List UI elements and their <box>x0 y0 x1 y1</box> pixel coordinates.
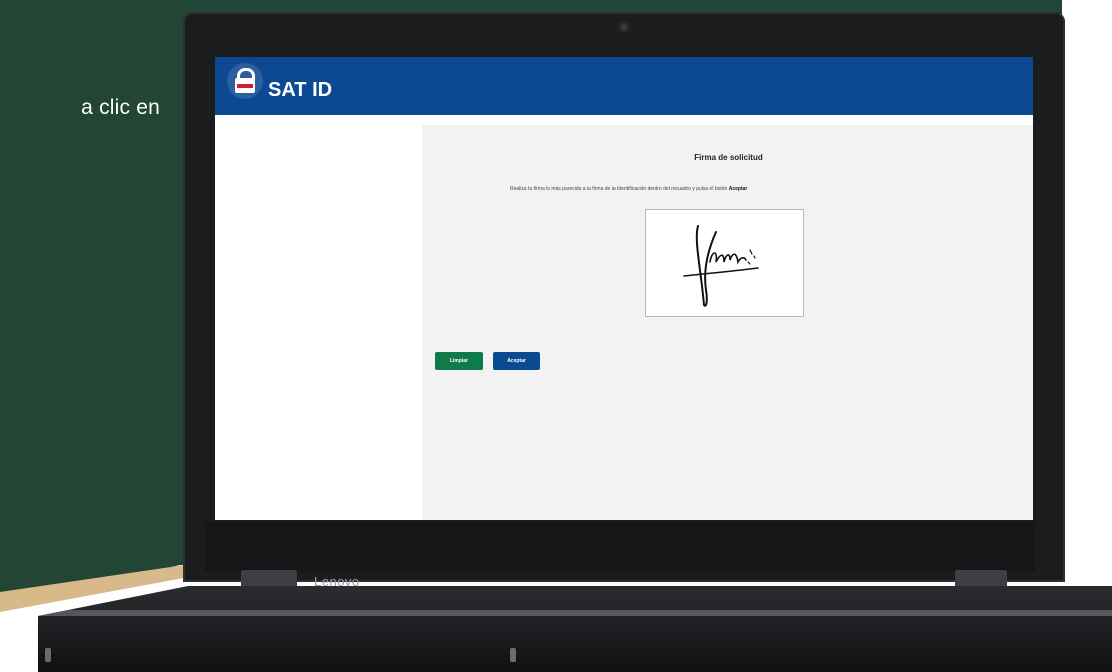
padlock-icon <box>227 63 263 99</box>
webcam-icon <box>618 21 630 33</box>
clear-button[interactable]: Limpiar <box>435 352 483 370</box>
content-panel <box>422 125 1033 520</box>
laptop-foot-center <box>510 648 516 662</box>
app-title: SAT ID <box>268 79 333 101</box>
page-title: Firma de solicitud <box>694 153 763 162</box>
signature-pad[interactable] <box>645 209 804 317</box>
signature-stroke <box>683 225 759 307</box>
side-caption: a clic en <box>81 96 160 119</box>
laptop-screen: SAT ID Firma de solicitud Realiza tu fir… <box>215 57 1033 520</box>
instructions-emphasis: Aceptar <box>728 186 748 192</box>
signature-instructions: Realiza tu firma lo más parecido a la fi… <box>510 186 940 192</box>
laptop-base <box>38 586 1112 672</box>
laptop-foot-left <box>45 648 51 662</box>
app-header: SAT ID <box>215 57 1033 115</box>
instructions-text: Realiza tu firma lo más parecido a la fi… <box>510 186 729 192</box>
laptop-base-edge <box>38 610 1112 616</box>
accept-button[interactable]: Aceptar <box>493 352 540 370</box>
laptop-bezel <box>205 522 1035 572</box>
